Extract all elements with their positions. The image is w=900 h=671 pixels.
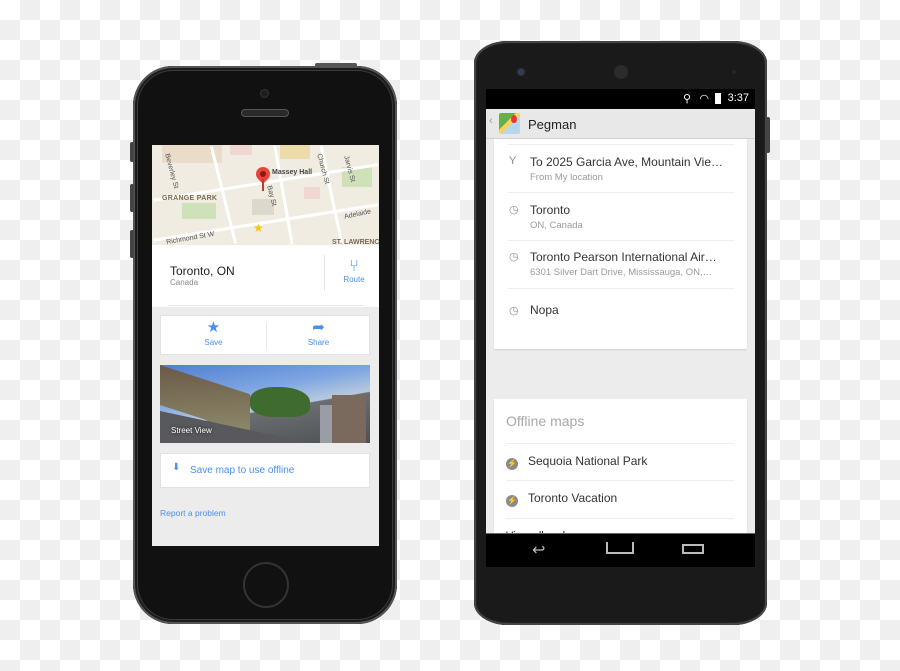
clock-icon: ◷ xyxy=(509,251,519,263)
back-icon[interactable]: ↩ xyxy=(532,540,545,560)
iphone-device: Beverley St Massey Hall Church St Jarvis… xyxy=(130,63,397,624)
recent-apps-icon[interactable] xyxy=(682,544,704,554)
offline-map-name: Toronto Vacation xyxy=(528,491,618,505)
android-screen: ⚲ ◠ 3:37 ‹ Pegman ◷ 2598 Bayshore Pkwy Y… xyxy=(486,89,755,567)
list-item-secondary: 6301 Silver Dart Drive, Mississauga, ON,… xyxy=(530,267,713,278)
list-item-primary: Toronto xyxy=(530,203,571,217)
list-item[interactable]: Y To 2025 Garcia Ave, Mountain Vie… From… xyxy=(508,145,734,193)
map-label: Church St xyxy=(315,153,331,185)
status-bar: ⚲ ◠ 3:37 xyxy=(486,89,755,109)
star-icon: ★ xyxy=(206,319,221,336)
mute-switch xyxy=(130,142,134,162)
map-pin-stem xyxy=(262,179,264,191)
list-item[interactable]: ◷ Toronto ON, Canada xyxy=(508,193,734,241)
divider xyxy=(168,305,363,306)
offline-map-name: Sequoia National Park xyxy=(528,454,648,468)
clock-icon: ◷ xyxy=(509,204,519,216)
route-button[interactable]: ⑂ Route xyxy=(332,259,376,295)
list-item-primary: Toronto Pearson International Air… xyxy=(530,250,717,264)
list-item-primary: Nopa xyxy=(530,303,559,317)
home-icon[interactable] xyxy=(606,542,634,554)
battery-icon xyxy=(715,93,721,104)
power-button xyxy=(766,117,770,153)
divider xyxy=(506,518,734,519)
clock-icon: ◷ xyxy=(509,305,519,317)
front-camera xyxy=(260,89,269,98)
share-button[interactable]: ➦ Share xyxy=(266,316,371,356)
save-label: Save xyxy=(204,338,223,347)
navigation-bar: ↩ xyxy=(486,533,755,567)
volume-down-button xyxy=(130,230,134,258)
street-view-thumbnail[interactable]: Street View xyxy=(160,365,370,443)
share-label: Share xyxy=(307,338,330,347)
place-card[interactable]: Toronto, ON Canada ⑂ Route xyxy=(152,245,379,307)
offline-map-item[interactable]: ⚡ Sequoia National Park xyxy=(506,454,647,470)
app-bar: ‹ Pegman xyxy=(486,109,755,139)
home-button[interactable] xyxy=(243,562,289,608)
place-name: Toronto, ON xyxy=(170,264,235,278)
map-view[interactable]: Beverley St Massey Hall Church St Jarvis… xyxy=(152,145,379,245)
street-image-building xyxy=(332,395,366,443)
app-bar-title: Pegman xyxy=(528,117,577,132)
list-item[interactable]: ◷ Toronto Pearson International Air… 630… xyxy=(508,241,734,289)
volume-up-button xyxy=(130,184,134,212)
map-park xyxy=(182,203,216,219)
divider xyxy=(506,443,734,444)
map-block xyxy=(304,187,320,199)
download-icon: ⬇ xyxy=(172,462,181,473)
offline-bolt-icon: ⚡ xyxy=(506,495,518,507)
front-camera xyxy=(518,69,524,75)
street-image-trees xyxy=(250,387,310,417)
proximity-sensor xyxy=(732,70,736,74)
offline-maps-card: Offline maps ⚡ Sequoia National Park ⚡ Tor… xyxy=(494,399,747,555)
wifi-icon: ◠ xyxy=(699,93,709,105)
map-block xyxy=(230,145,252,155)
location-icon: ⚲ xyxy=(682,93,691,105)
action-card: ★ Save ➦ Share xyxy=(160,315,370,355)
earpiece-speaker xyxy=(614,65,628,79)
list-item-primary: To 2025 Garcia Ave, Mountain Vie… xyxy=(530,155,724,169)
divider xyxy=(324,255,325,291)
share-arrow-icon: ➦ xyxy=(312,319,325,336)
offline-map-item[interactable]: ⚡ Toronto Vacation xyxy=(506,491,617,507)
save-button[interactable]: ★ Save xyxy=(161,316,266,356)
android-device: ⚲ ◠ 3:37 ‹ Pegman ◷ 2598 Bayshore Pkwy Y… xyxy=(474,41,770,625)
list-item-secondary: ON, Canada xyxy=(530,220,583,231)
power-button xyxy=(315,63,357,67)
route-label: Route xyxy=(343,275,365,284)
map-block xyxy=(280,145,310,159)
street-view-label: Street View xyxy=(171,426,212,435)
directions-icon: Y xyxy=(509,155,517,167)
list-item-secondary: From My location xyxy=(530,172,603,183)
recent-list: ◷ 2598 Bayshore Pkwy Y To 2025 Garcia Av… xyxy=(494,118,747,349)
up-navigation-icon[interactable]: ‹ xyxy=(489,115,493,127)
offline-bolt-icon: ⚡ xyxy=(506,458,518,470)
map-road xyxy=(273,145,294,245)
map-label: GRANGE PARK xyxy=(162,195,218,202)
report-problem-link[interactable]: Report a problem xyxy=(160,508,226,518)
save-offline-label: Save map to use offline xyxy=(190,465,295,476)
place-subtitle: Canada xyxy=(170,278,199,287)
offline-maps-header: Offline maps xyxy=(506,413,585,429)
earpiece-speaker xyxy=(241,109,289,117)
starred-place-icon[interactable]: ★ xyxy=(253,221,264,235)
route-fork-icon: ⑂ xyxy=(349,258,359,275)
divider xyxy=(506,480,734,481)
iphone-screen: Beverley St Massey Hall Church St Jarvis… xyxy=(152,145,379,546)
save-offline-button[interactable]: ⬇ Save map to use offline xyxy=(160,453,370,488)
clock-time: 3:37 xyxy=(727,92,749,104)
google-maps-logo-icon[interactable] xyxy=(499,113,520,134)
list-item[interactable]: ◷ Nopa xyxy=(508,289,734,337)
map-label: Massey Hall xyxy=(272,169,313,176)
